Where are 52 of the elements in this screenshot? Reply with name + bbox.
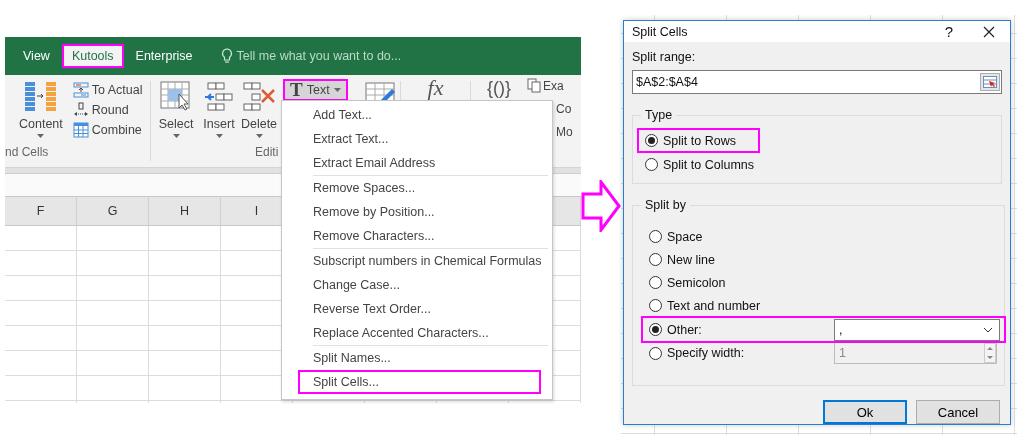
dropdown-field[interactable]: , (834, 318, 1000, 341)
menu-item[interactable]: Subscript numbers in Chemical Formulas (298, 249, 541, 273)
menu-item[interactable]: Extract Email Address (298, 151, 541, 175)
option-label: Split to Columns (663, 157, 755, 172)
ribbon-button[interactable]: Exa (543, 78, 564, 93)
option-label: Other: (667, 322, 703, 337)
ribbon-button[interactable]: Mo (556, 124, 573, 139)
option-label: Text and number (667, 298, 762, 313)
dialog-title: Split Cells (632, 24, 689, 39)
menu-item[interactable]: Remove Spaces... (298, 176, 541, 200)
option-label: Space (667, 229, 704, 244)
field-label: Split range: (632, 50, 697, 64)
option-label: New line (667, 252, 716, 267)
dialog-button[interactable]: Ok (823, 400, 907, 424)
group-title: Split by (644, 198, 687, 212)
group-label: nd Cells (5, 145, 50, 161)
menu-item[interactable]: Remove Characters... (298, 224, 541, 248)
formula-button[interactable]: {()} (484, 78, 514, 98)
ribbon-button[interactable]: To Actual (72, 82, 143, 98)
content-button[interactable]: Content (15, 80, 67, 145)
ribbon-tab[interactable]: Enterprise (127, 46, 201, 66)
column-header: G (107, 204, 118, 218)
ribbon-button[interactable]: Insert (199, 80, 239, 145)
option-label: Specify width: (667, 346, 746, 360)
function-button[interactable]: fx (422, 78, 449, 98)
menu-item[interactable]: Split Cells... (298, 370, 541, 394)
menu-item[interactable]: Add Text... (298, 103, 541, 127)
option-label: Split to Rows (663, 133, 737, 148)
ribbon-tab[interactable]: View (15, 46, 58, 66)
menu-item[interactable]: Change Case... (298, 273, 541, 297)
tell-me-search[interactable]: Tell me what you want to do... (236, 49, 402, 63)
text-menu-button[interactable]: T Text (283, 79, 348, 101)
ribbon-tab[interactable]: Kutools (63, 46, 122, 66)
menu-item[interactable]: Remove by Position... (298, 200, 541, 224)
group-title: Type (644, 108, 674, 122)
ribbon-button[interactable]: Delete (239, 80, 279, 145)
menu-item[interactable]: Extract Text... (298, 127, 541, 151)
ribbon-button[interactable]: Combine (72, 122, 143, 138)
group-label: Editi (255, 145, 279, 161)
menu-item[interactable]: Split Names... (298, 346, 541, 370)
help-button[interactable]: ? (935, 23, 963, 40)
menu-item[interactable]: Reverse Text Order... (298, 297, 541, 321)
ribbon-button[interactable]: Co (556, 101, 572, 116)
dialog-button[interactable]: Cancel (916, 400, 1000, 424)
menu-item[interactable]: Replace Accented Characters... (298, 321, 541, 345)
column-header: H (180, 204, 189, 218)
ribbon-button[interactable]: Select (153, 80, 199, 145)
column-header: I (254, 204, 259, 218)
column-header: F (36, 204, 45, 218)
option-label: Semicolon (667, 275, 727, 290)
ribbon-button[interactable]: Round (72, 102, 143, 118)
range-field[interactable]: $A$2:$A$4 (632, 70, 1002, 94)
